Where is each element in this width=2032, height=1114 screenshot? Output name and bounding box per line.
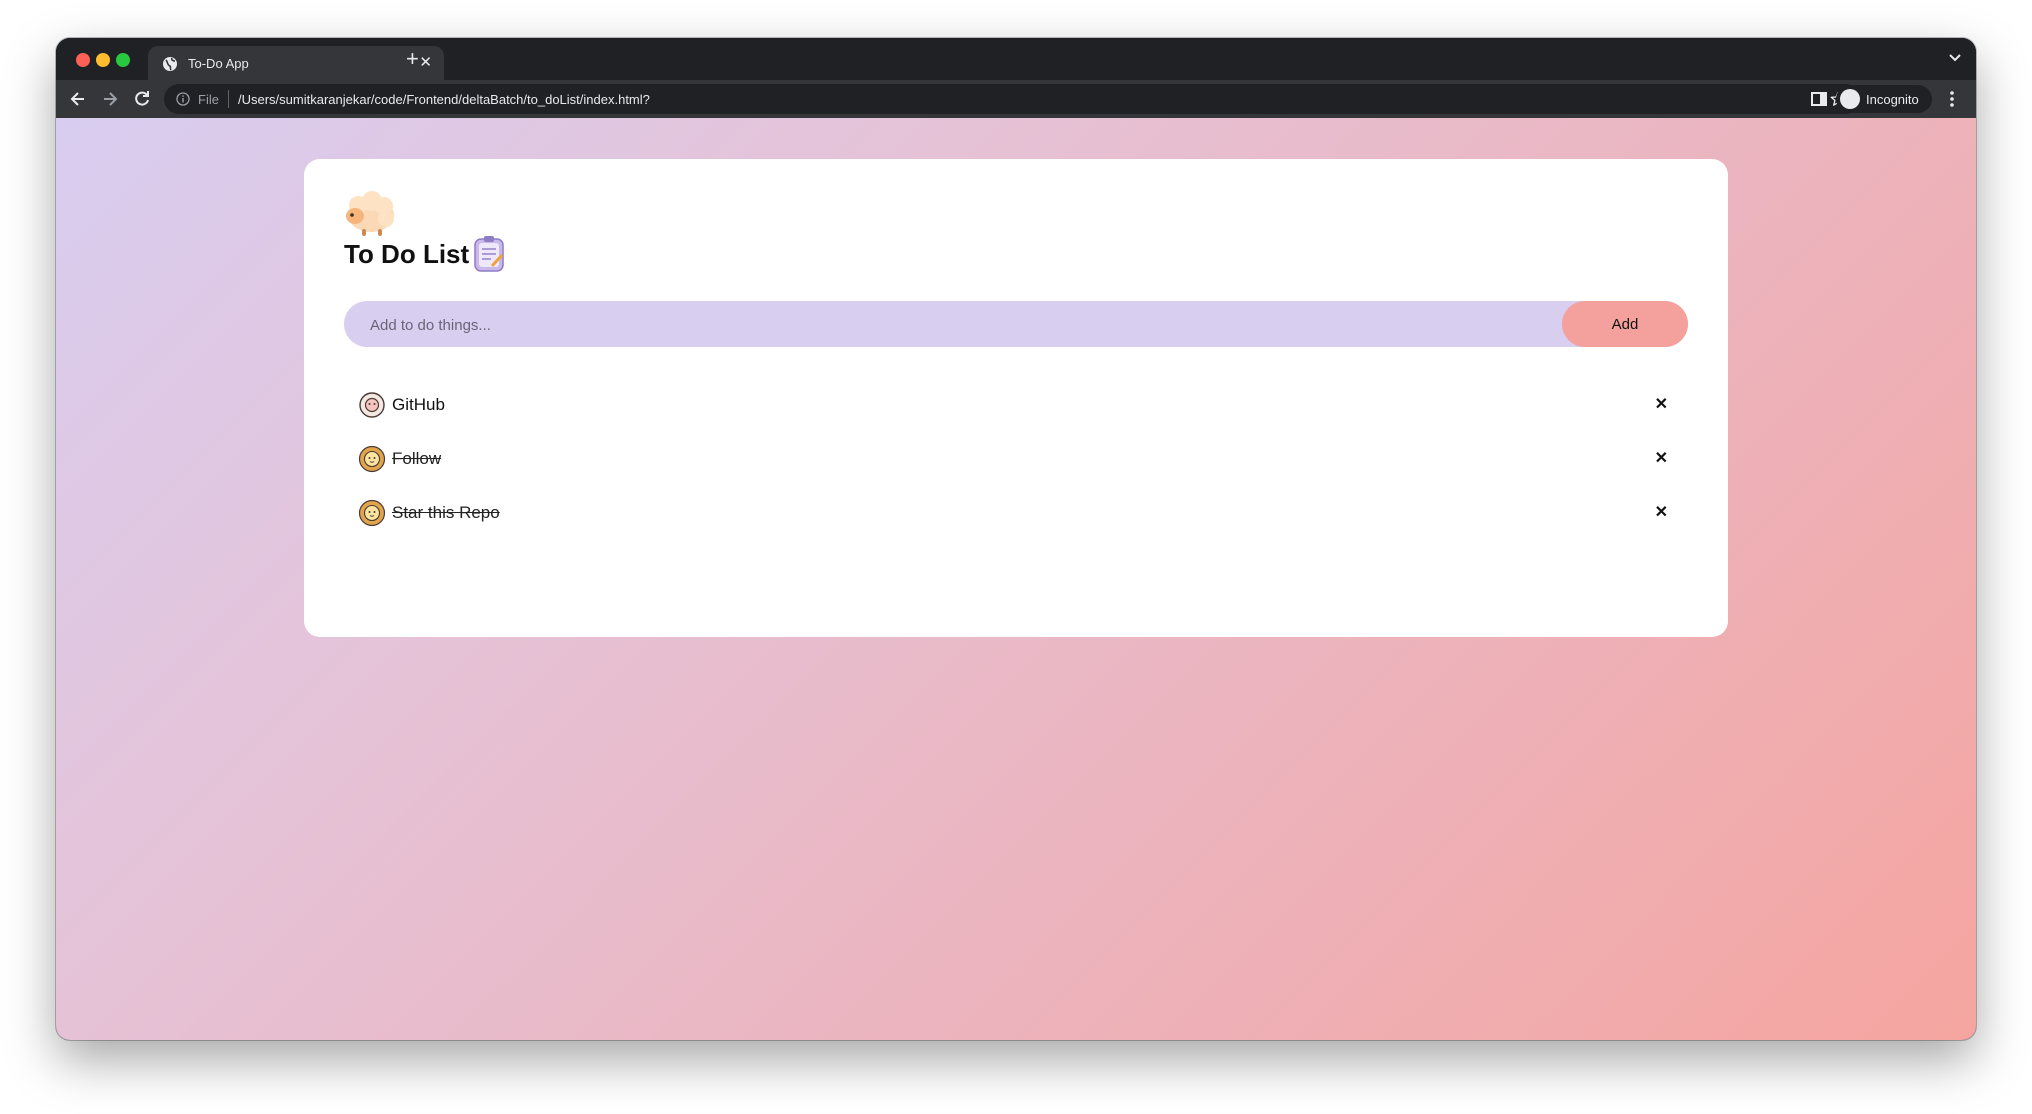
tab-strip: To-Do App ✕ + [56,38,1976,80]
tab-to-do-app[interactable]: To-Do App ✕ [148,46,444,80]
side-panel-icon[interactable] [1810,90,1828,108]
incognito-icon [1840,89,1860,109]
sheep-face-icon [359,392,385,418]
task-item[interactable]: Star this Repo ✕ [358,495,1668,531]
todo-card: To Do List Add to do things... Add GitHu… [304,159,1728,637]
info-icon[interactable] [176,92,190,106]
notepad-icon [474,236,504,272]
delete-task-icon[interactable]: ✕ [1655,397,1668,413]
reload-icon[interactable] [132,89,152,109]
tab-title: To-Do App [188,56,249,71]
close-window-button[interactable] [76,53,90,67]
sheep-icon [346,191,394,236]
lion-face-icon [358,499,386,527]
task-label: Star this Repo [392,503,500,522]
task-label: Follow [392,449,442,468]
maximize-window-button[interactable] [116,53,130,67]
minimize-window-button[interactable] [96,53,110,67]
task-item[interactable]: GitHub ✕ [358,387,1668,423]
incognito-profile-button[interactable]: Incognito [1836,85,1932,113]
address-bar[interactable]: File /Users/sumitkaranjekar/code/Fronten… [164,84,1860,114]
add-button[interactable]: Add [1562,301,1688,347]
task-item[interactable]: Follow ✕ [358,441,1668,477]
url-scheme-label: File [198,92,219,107]
tab-close-icon[interactable]: ✕ [419,55,432,71]
forward-arrow-icon[interactable] [100,89,120,109]
new-tab-button[interactable]: + [406,48,419,70]
tab-search-chevron-icon[interactable] [1948,50,1962,64]
lion-face-icon [358,445,386,473]
omnibox-divider [228,90,229,108]
todo-input[interactable] [368,301,1552,349]
add-todo-bar: Add [344,301,1688,349]
page-title: To Do List [344,239,470,269]
incognito-label: Incognito [1866,92,1919,107]
url-text[interactable]: /Users/sumitkaranjekar/code/Frontend/del… [238,92,650,107]
back-arrow-icon[interactable] [68,89,88,109]
task-label: GitHub [392,395,445,414]
globe-icon [163,57,177,71]
browser-toolbar: File /Users/sumitkaranjekar/code/Fronten… [56,80,1976,118]
more-menu-icon[interactable] [1949,89,1955,109]
browser-window: To-Do App ✕ + File /Users/sumitkaranjeka… [56,38,1976,1040]
page-viewport: To Do List Add to do things... Add GitHu… [56,118,1976,1040]
delete-task-icon[interactable]: ✕ [1655,451,1668,467]
delete-task-icon[interactable]: ✕ [1655,505,1668,521]
